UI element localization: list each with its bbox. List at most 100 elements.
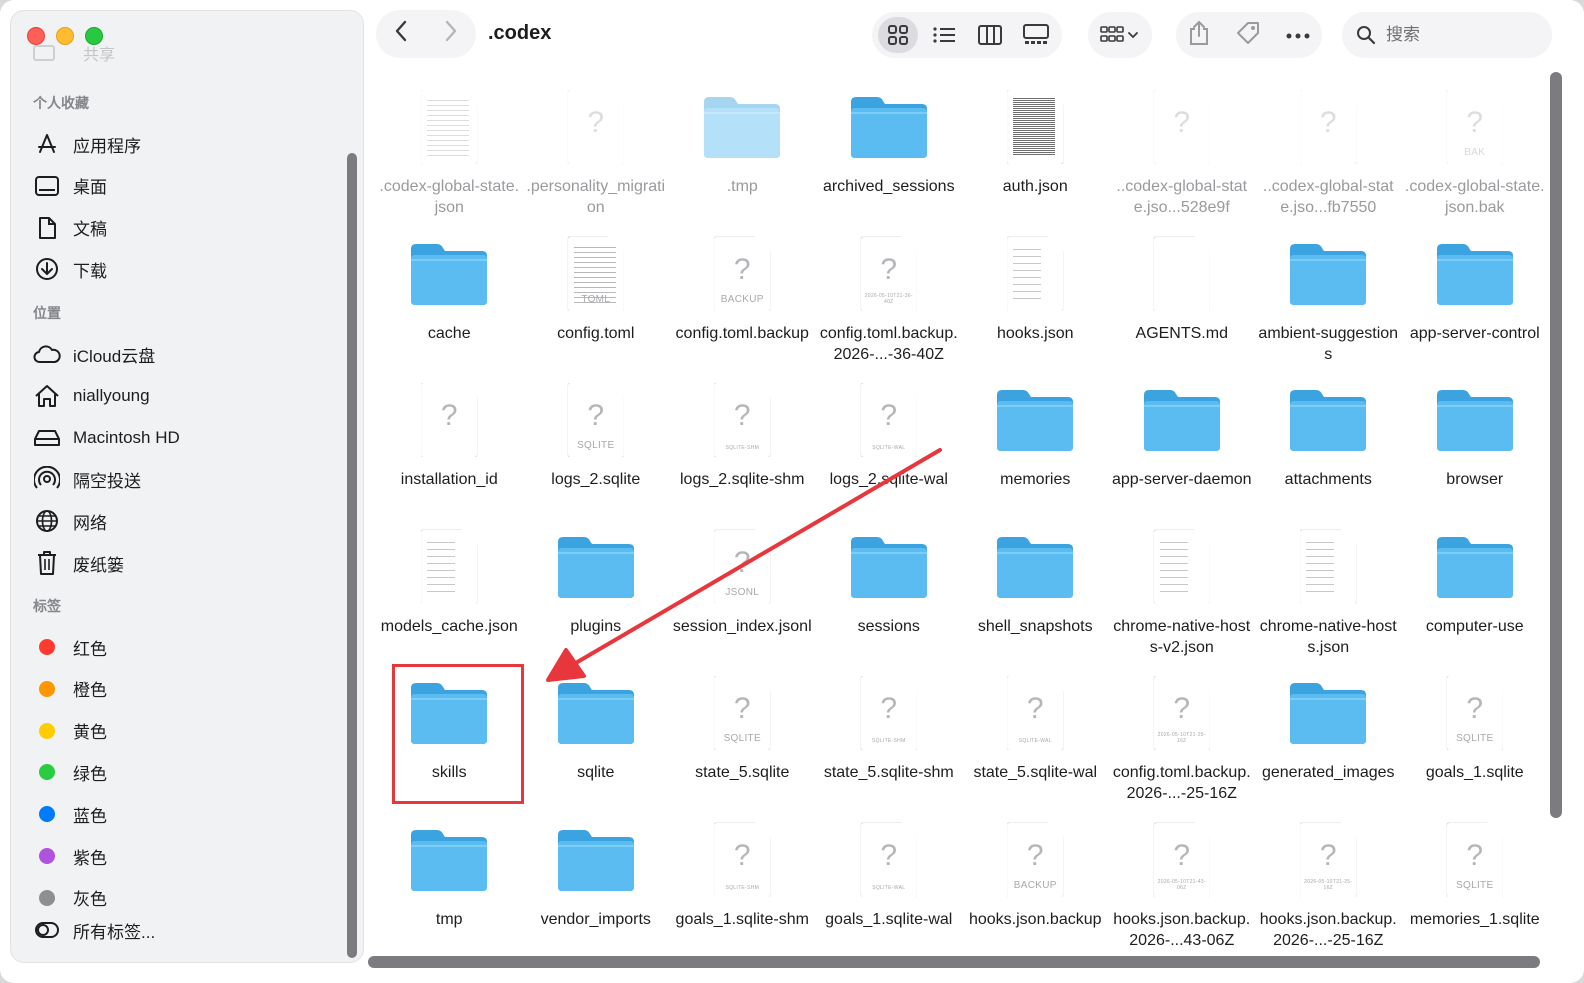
folder-item[interactable]: app-server-daemon [1109,377,1256,524]
sidebar-item-桌面[interactable]: 桌面 [33,171,107,201]
folder-item[interactable]: app-server-control [1402,231,1549,378]
file-name: shell_snapshots [977,617,1093,635]
file-item[interactable]: ? .personality_migration [523,84,670,231]
folder-item[interactable]: .tmp [669,84,816,231]
file-name: ambient-suggestions [1258,324,1399,363]
folder-icon [697,84,787,170]
list-view-button[interactable] [924,17,964,53]
sidebar-item-tag-6[interactable]: 灰色 [33,883,107,913]
sidebar-item-icloud云盘[interactable]: iCloud云盘 [33,339,155,369]
folder-item[interactable]: generated_images [1255,670,1402,817]
sidebar-item-niallyoung[interactable]: niallyoung [33,381,150,411]
file-item[interactable]: hooks.json [962,231,1109,378]
gallery-view-button[interactable] [1016,17,1056,53]
sidebar-item-废纸篓[interactable]: 废纸篓 [33,548,124,578]
file-item[interactable]: ? SQLITE-WAL goals_1.sqlite-wal [816,817,963,964]
folder-item[interactable]: shell_snapshots [962,524,1109,671]
file-item[interactable]: auth.json [962,84,1109,231]
sidebar-item-隔空投送[interactable]: 隔空投送 [33,464,141,494]
folder-icon [404,670,494,756]
vertical-scrollbar[interactable] [1550,72,1562,818]
folder-icon [1430,231,1520,317]
sidebar-item-macintosh-hd[interactable]: Macintosh HD [33,423,180,453]
folder-item[interactable]: attachments [1255,377,1402,524]
file-item[interactable]: .codex-global-state.json [376,84,523,231]
finder-window: 共享 个人收藏 应用程序 桌面 文稿 下载 位置 iCloud云盘 niallyoung… [0,0,1584,983]
file-item[interactable]: ? SQLITE-WAL state_5.sqlite-wal [962,670,1109,817]
file-name: config.toml.backup.2026-...-25-16Z [1112,764,1251,802]
file-item[interactable]: ? SQLITE-SHM logs_2.sqlite-shm [669,377,816,524]
search-box[interactable] [1342,12,1552,58]
sidebar-item-shared[interactable]: 共享 [33,41,115,65]
file-item[interactable]: ? JSONL session_index.jsonl [669,524,816,671]
sidebar-item-tag-5[interactable]: 紫色 [33,841,107,871]
tag-button[interactable] [1235,20,1261,51]
folder-item[interactable]: memories [962,377,1109,524]
sidebar-item-tag-1[interactable]: 橙色 [33,674,107,704]
folder-item[interactable]: tmp [376,817,523,964]
folder-item[interactable]: plugins [523,524,670,671]
forward-button[interactable] [443,19,459,50]
sidebar-item-文稿[interactable]: 文稿 [33,213,107,243]
sidebar-item-网络[interactable]: 网络 [33,506,107,536]
chevron-right-icon [445,20,457,41]
folder-item[interactable]: archived_sessions [816,84,963,231]
file-name: sessions [857,617,920,635]
icon-view-button[interactable] [878,17,918,53]
sidebar-item-tag-4[interactable]: 蓝色 [33,799,107,829]
horizontal-scrollbar[interactable] [368,956,1540,968]
file-item[interactable]: ? installation_id [376,377,523,524]
file-item[interactable]: ? SQLITE logs_2.sqlite [523,377,670,524]
folder-item[interactable]: vendor_imports [523,817,670,964]
file-item[interactable]: AGENTS.md [1109,231,1256,378]
file-name: cache [427,324,471,342]
sidebar-item-tag-2[interactable]: 黄色 [33,716,107,746]
tag-icon [1236,21,1259,44]
folder-item[interactable]: skills [376,670,523,817]
file-name: config.toml.backup [675,324,809,342]
file-item[interactable]: ? BACKUP hooks.json.backup [962,817,1109,964]
file-item[interactable]: ? 2026-05-10T21-25-16Z hooks.json.backup.2… [1255,817,1402,964]
sidebar-item-下载[interactable]: 下载 [33,254,107,284]
file-name: browser [1446,471,1504,488]
folder-item[interactable]: ambient-suggestions [1255,231,1402,378]
file-item[interactable]: ? BAK .codex-global-state.json.bak [1402,84,1549,231]
file-item[interactable]: ? SQLITE-SHM goals_1.sqlite-shm [669,817,816,964]
file-item[interactable]: ? SQLITE state_5.sqlite [669,670,816,817]
file-item[interactable]: ? ..codex-global-state.jso...528e9f [1109,84,1256,231]
file-item[interactable]: ? SQLITE-WAL logs_2.sqlite-wal [816,377,963,524]
sidebar-item-label: 紫色 [73,848,107,868]
sidebar-scrollbar[interactable] [347,153,357,958]
folder-item[interactable]: sqlite [523,670,670,817]
home-icon [33,382,61,410]
search-input[interactable] [1386,25,1536,45]
folder-item[interactable]: browser [1402,377,1549,524]
file-item[interactable]: ? 2026-05-10T21-43-06Z hooks.json.backup.2… [1109,817,1256,964]
sidebar-item-tag-3[interactable]: 绿色 [33,757,107,787]
file-name: state_5.sqlite-wal [973,764,1098,781]
file-item[interactable]: models_cache.json [376,524,523,671]
more-button[interactable] [1286,26,1310,44]
folder-item[interactable]: computer-use [1402,524,1549,671]
file-item[interactable]: ? 2026-05-10T21-36-40Z config.toml.backup.… [816,231,963,378]
file-item[interactable]: ? SQLITE goals_1.sqlite [1402,670,1549,817]
file-item[interactable]: TOML config.toml [523,231,670,378]
folder-item[interactable]: sessions [816,524,963,671]
group-by-button[interactable] [1088,12,1152,58]
folder-item[interactable]: cache [376,231,523,378]
back-button[interactable] [393,19,409,50]
file-item[interactable]: ? ..codex-global-state.jso...fb7550 [1255,84,1402,231]
file-item[interactable]: ? SQLITE memories_1.sqlite [1402,817,1549,964]
share-button[interactable] [1188,20,1210,51]
file-item[interactable]: chrome-native-hosts-v2.json [1109,524,1256,671]
download-icon [33,255,61,283]
file-item[interactable]: ? SQLITE-SHM state_5.sqlite-shm [816,670,963,817]
file-item[interactable]: ? BACKUP config.toml.backup [669,231,816,378]
sidebar-item-all-tags[interactable]: 所有标签... [33,915,155,945]
file-item[interactable]: chrome-native-hosts.json [1255,524,1402,671]
column-view-button[interactable] [970,17,1010,53]
file-item[interactable]: ? 2026-05-10T21-25-16Z config.toml.backup.… [1109,670,1256,817]
sidebar-item-应用程序[interactable]: 应用程序 [33,129,141,159]
sidebar-item-tag-0[interactable]: 红色 [33,632,107,662]
document-icon [1137,524,1227,610]
